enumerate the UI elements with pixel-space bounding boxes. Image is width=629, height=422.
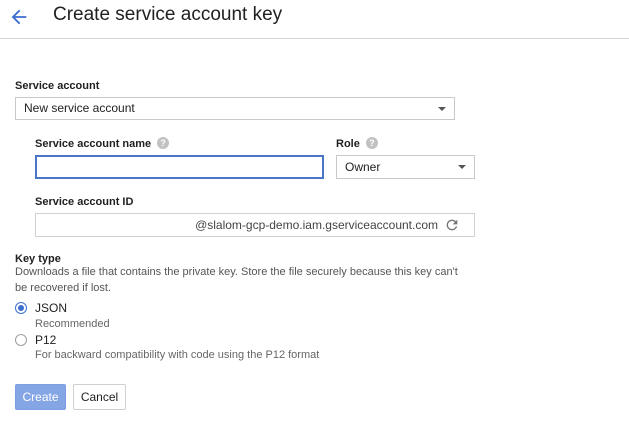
role-select[interactable]: Owner: [336, 155, 475, 179]
service-account-label: Service account: [15, 80, 100, 92]
service-account-name-input[interactable]: [35, 155, 324, 179]
cancel-button[interactable]: Cancel: [73, 384, 126, 410]
service-account-name-label: Service account name?: [35, 137, 170, 151]
help-icon[interactable]: ?: [157, 137, 170, 150]
key-type-description: Downloads a file that contains the priva…: [15, 266, 458, 294]
service-account-name-label-text: Service account name: [35, 138, 152, 150]
p12-radio-sublabel: For backward compatibility with code usi…: [35, 349, 320, 361]
help-icon[interactable]: ?: [365, 137, 378, 150]
page-title: Create service account key: [53, 4, 283, 25]
json-radio[interactable]: [15, 302, 27, 314]
service-account-select[interactable]: New service account: [15, 97, 455, 120]
service-account-id-domain-suffix: @slalom-gcp-demo.iam.gserviceaccount.com: [195, 218, 438, 232]
service-account-id-field[interactable]: @slalom-gcp-demo.iam.gserviceaccount.com: [35, 213, 475, 237]
create-button[interactable]: Create: [15, 384, 66, 410]
service-account-id-label: Service account ID: [35, 196, 134, 208]
refresh-icon[interactable]: [444, 217, 460, 233]
role-label: Role?: [336, 137, 378, 151]
p12-radio-label[interactable]: P12: [35, 333, 56, 347]
page-header: Create service account key: [0, 0, 629, 39]
p12-radio[interactable]: [15, 334, 27, 346]
json-radio-label[interactable]: JSON: [35, 301, 67, 315]
service-account-select-value: New service account: [24, 101, 135, 115]
dropdown-caret-icon: [438, 107, 446, 111]
arrow-back-icon[interactable]: [8, 6, 30, 28]
dropdown-caret-icon: [458, 165, 466, 169]
role-select-value: Owner: [345, 160, 381, 174]
json-radio-sublabel: Recommended: [35, 318, 110, 330]
role-label-text: Role: [336, 138, 360, 150]
